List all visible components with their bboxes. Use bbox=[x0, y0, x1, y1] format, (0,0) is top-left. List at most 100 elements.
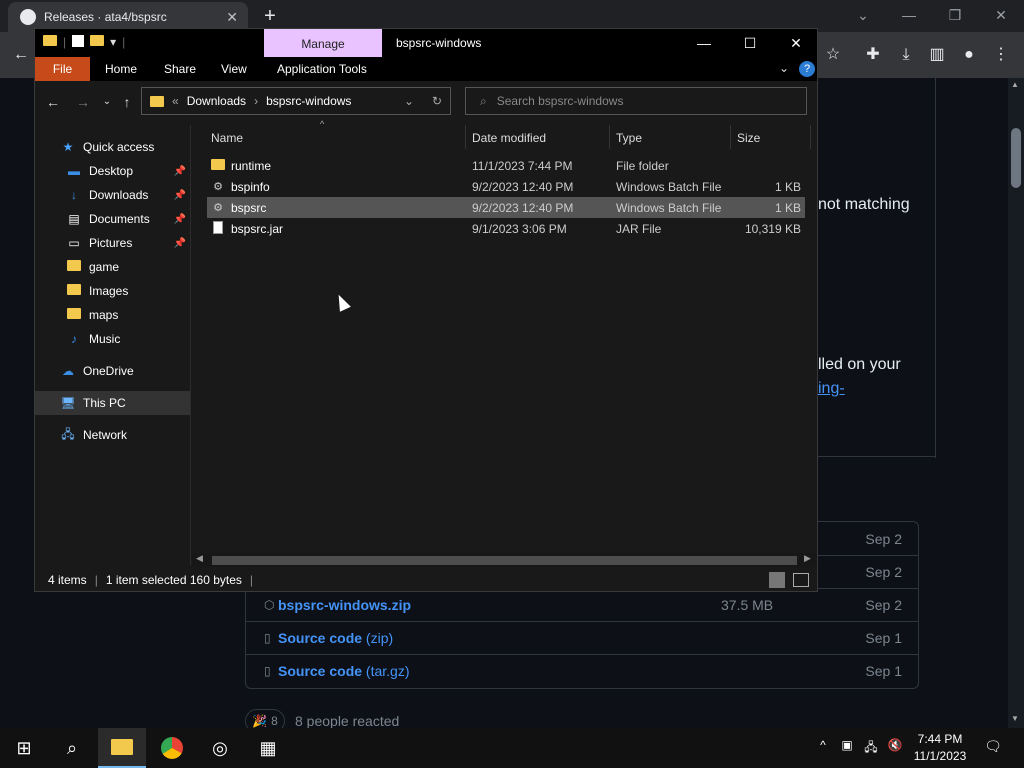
tray-app-icon[interactable]: ▣ bbox=[838, 738, 856, 758]
pin-icon[interactable]: 📌 bbox=[174, 166, 186, 177]
scroll-right-icon[interactable]: ▶ bbox=[804, 553, 811, 564]
search-input[interactable]: ⌕ Search bspsrc-windows bbox=[465, 87, 807, 115]
folder-icon bbox=[211, 158, 225, 173]
bookmark-star-icon[interactable]: ☆ bbox=[822, 44, 844, 66]
customize-qat-icon[interactable]: ▾ bbox=[110, 35, 116, 49]
large-icons-view-icon[interactable] bbox=[793, 573, 809, 587]
recent-locations-icon[interactable]: ⌄ bbox=[97, 93, 117, 111]
search-icon[interactable]: ⌕ bbox=[48, 728, 96, 768]
file-row[interactable]: runtime 11/1/2023 7:44 PM File folder bbox=[207, 155, 805, 176]
breadcrumb-current[interactable]: bspsrc-windows bbox=[266, 94, 351, 108]
column-divider[interactable] bbox=[810, 125, 811, 149]
side-panel-icon[interactable]: ▥ bbox=[926, 44, 948, 66]
up-icon[interactable]: ↑ bbox=[117, 93, 137, 111]
column-header-name[interactable]: Name bbox=[211, 127, 243, 149]
start-windows-icon[interactable]: ⊞ bbox=[0, 728, 48, 768]
pin-icon[interactable]: 📌 bbox=[174, 238, 186, 249]
refresh-icon[interactable]: ↻ bbox=[432, 94, 442, 108]
column-divider[interactable] bbox=[609, 125, 610, 149]
ribbon-tab-share[interactable]: Share bbox=[151, 57, 209, 81]
show-hidden-icons-icon[interactable]: ^ bbox=[814, 738, 832, 758]
ribbon-tab-file[interactable]: File bbox=[35, 57, 90, 81]
pin-icon[interactable]: 📌 bbox=[174, 190, 186, 201]
address-dropdown-icon[interactable]: ⌄ bbox=[404, 94, 414, 108]
nav-item-game[interactable]: game bbox=[35, 255, 190, 279]
scroll-down-icon[interactable]: ▼ bbox=[1011, 714, 1019, 723]
page-scroll-thumb[interactable] bbox=[1011, 128, 1021, 188]
ribbon-tab-view[interactable]: View bbox=[208, 57, 260, 81]
file-explorer-taskbar-icon[interactable] bbox=[98, 728, 146, 768]
close-icon[interactable]: ✕ bbox=[773, 29, 819, 57]
file-row[interactable]: ⚙ bspinfo 9/2/2023 12:40 PM Windows Batc… bbox=[207, 176, 805, 197]
notifications-icon[interactable]: 🗨 bbox=[984, 738, 1002, 758]
nav-item-desktop[interactable]: ▬ Desktop 📌 bbox=[35, 159, 190, 183]
nav-item-documents[interactable]: ▤ Documents 📌 bbox=[35, 207, 190, 231]
maximize-icon[interactable]: ☐ bbox=[727, 29, 773, 57]
nav-item-network[interactable]: 🖧 Network bbox=[35, 423, 190, 447]
close-window-button[interactable]: ✕ bbox=[978, 0, 1024, 30]
release-link[interactable]: ing- bbox=[818, 380, 845, 398]
extensions-puzzle-icon[interactable]: ✚ bbox=[862, 44, 884, 66]
system-clock[interactable]: 7:44 PM 11/1/2023 bbox=[900, 731, 980, 765]
column-divider[interactable] bbox=[465, 125, 466, 149]
profile-avatar-icon[interactable]: ● bbox=[958, 44, 980, 66]
restore-button[interactable]: ❐ bbox=[932, 0, 978, 30]
new-tab-button[interactable]: + bbox=[258, 4, 282, 28]
nav-item-this-pc[interactable]: 🖥 This PC bbox=[35, 391, 190, 415]
asset-link[interactable]: Source code (zip) bbox=[278, 630, 393, 646]
file-date: 9/1/2023 3:06 PM bbox=[472, 221, 567, 236]
nav-item-downloads[interactable]: ↓ Downloads 📌 bbox=[35, 183, 190, 207]
minimize-icon[interactable]: — bbox=[681, 29, 727, 57]
close-tab-icon[interactable]: ✕ bbox=[226, 9, 238, 26]
steam-app-icon[interactable]: ◎ bbox=[196, 728, 244, 768]
properties-icon[interactable] bbox=[72, 35, 85, 47]
nav-item-maps[interactable]: maps bbox=[35, 303, 190, 327]
file-date: 11/1/2023 7:44 PM bbox=[472, 158, 573, 173]
column-header-date[interactable]: Date modified bbox=[472, 127, 546, 149]
asset-row[interactable]: ⬡ bspsrc-windows.zip 37.5 MB Sep 2 bbox=[246, 588, 918, 621]
horizontal-scrollbar[interactable]: ◀ ▶ bbox=[192, 553, 817, 567]
help-icon[interactable]: ? bbox=[799, 61, 815, 77]
network-icon[interactable]: 🖧 bbox=[862, 738, 880, 758]
nav-item-quick-access[interactable]: ★ Quick access bbox=[35, 135, 190, 159]
scroll-up-icon[interactable]: ▲ bbox=[1011, 80, 1019, 89]
download-icon[interactable]: ⤓ bbox=[895, 44, 917, 66]
asset-row[interactable]: ▯ Source code (tar.gz) Sep 1 bbox=[246, 654, 918, 687]
address-bar[interactable]: « Downloads › bspsrc-windows ⌄ ↻ bbox=[141, 87, 451, 115]
status-bar: 4 items | 1 item selected 160 bytes | bbox=[35, 569, 817, 591]
nav-item-images[interactable]: Images bbox=[35, 279, 190, 303]
minimize-button[interactable]: — bbox=[886, 0, 932, 30]
nav-item-music[interactable]: ♪ Music bbox=[35, 327, 190, 351]
asset-link[interactable]: Source code (tar.gz) bbox=[278, 663, 410, 679]
manage-tab[interactable]: Manage bbox=[264, 29, 382, 57]
ribbon-tab-application-tools[interactable]: Application Tools bbox=[264, 57, 380, 81]
column-header-type[interactable]: Type bbox=[616, 127, 642, 149]
breadcrumb-separator[interactable]: › bbox=[254, 94, 258, 108]
file-row-selected[interactable]: ⚙ bspsrc 9/2/2023 12:40 PM Windows Batch… bbox=[207, 197, 805, 218]
details-view-icon[interactable] bbox=[769, 572, 785, 588]
horizontal-scroll-thumb[interactable] bbox=[212, 556, 797, 565]
asset-link-name: Source code bbox=[278, 630, 363, 646]
nav-item-onedrive[interactable]: ☁ OneDrive bbox=[35, 359, 190, 383]
new-folder-icon[interactable] bbox=[90, 35, 105, 46]
column-header-size[interactable]: Size bbox=[737, 127, 760, 149]
file-row[interactable]: bspsrc.jar 9/1/2023 3:06 PM JAR File 10,… bbox=[207, 218, 805, 239]
chrome-taskbar-icon[interactable] bbox=[148, 728, 196, 768]
pin-icon[interactable]: 📌 bbox=[174, 214, 186, 225]
asset-link[interactable]: bspsrc-windows.zip bbox=[278, 597, 411, 613]
expand-ribbon-icon[interactable]: ⌄ bbox=[779, 61, 789, 75]
forward-icon[interactable]: → bbox=[73, 93, 93, 111]
back-icon[interactable]: ← bbox=[43, 93, 63, 111]
breadcrumb-overflow[interactable]: « bbox=[172, 94, 179, 108]
search-icon: ⌕ bbox=[480, 93, 487, 108]
nav-item-pictures[interactable]: ▭ Pictures 📌 bbox=[35, 231, 190, 255]
menu-kebab-icon[interactable]: ⋮ bbox=[990, 44, 1012, 66]
asset-row[interactable]: ▯ Source code (zip) Sep 1 bbox=[246, 621, 918, 654]
back-arrow-icon[interactable]: ← bbox=[10, 44, 32, 66]
app-icon[interactable]: ▦ bbox=[244, 728, 292, 768]
scroll-left-icon[interactable]: ◀ bbox=[196, 553, 203, 564]
ribbon-tab-home[interactable]: Home bbox=[92, 57, 150, 81]
tab-search-icon[interactable]: ⌄ bbox=[840, 0, 886, 30]
column-divider[interactable] bbox=[730, 125, 731, 149]
breadcrumb-downloads[interactable]: Downloads bbox=[187, 94, 246, 108]
